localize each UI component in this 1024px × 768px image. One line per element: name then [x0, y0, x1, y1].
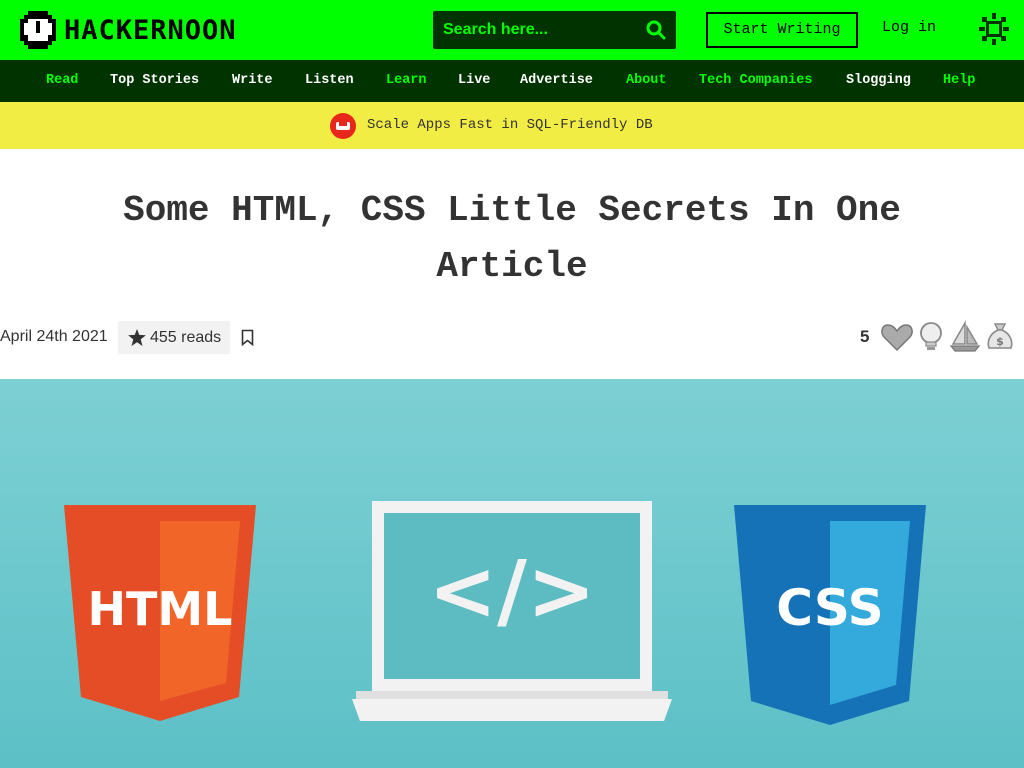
search-input[interactable]: [433, 11, 638, 49]
nav-item-write[interactable]: Write: [232, 73, 273, 88]
html5-shield-icon: HTML: [64, 505, 256, 721]
search-icon[interactable]: [646, 20, 666, 40]
nav-item-listen[interactable]: Listen: [305, 73, 354, 88]
code-symbol-text: </>: [428, 544, 595, 639]
star-icon: [128, 329, 146, 346]
laptop-icon: </>: [352, 501, 672, 721]
top-bar: HACKERNOON Start Writing Log in: [0, 0, 1024, 60]
nav-item-live[interactable]: Live: [458, 73, 490, 88]
css-badge-text: CSS: [776, 579, 883, 637]
nav-item-top-stories[interactable]: Top Stories: [110, 73, 199, 88]
login-link[interactable]: Log in: [882, 19, 936, 36]
hero-image: HTML </> CSS: [0, 379, 1024, 768]
money-bag-icon[interactable]: $: [983, 320, 1017, 354]
hackernoon-logo[interactable]: HACKERNOON: [20, 10, 237, 50]
reads-badge: 455 reads: [118, 321, 230, 354]
start-writing-button[interactable]: Start Writing: [706, 12, 858, 48]
nav-item-help[interactable]: Help: [943, 73, 975, 88]
article-title: Some HTML, CSS Little Secrets In One Art…: [123, 190, 901, 287]
theme-toggle-sun-icon[interactable]: [979, 13, 1009, 45]
nav-item-learn[interactable]: Learn: [386, 73, 427, 88]
nav-item-tech-companies[interactable]: Tech Companies: [699, 73, 812, 88]
boat-icon[interactable]: [948, 320, 982, 354]
html-badge-text: HTML: [88, 582, 233, 636]
reaction-count: 5: [860, 327, 870, 346]
svg-text:$: $: [996, 335, 1004, 348]
hackernoon-logo-icon: [20, 11, 56, 49]
bookmark-icon[interactable]: [241, 329, 254, 346]
nav-item-advertise[interactable]: Advertise: [520, 73, 593, 88]
publish-date: April 24th 2021: [0, 328, 108, 345]
css3-shield-icon: CSS: [734, 505, 926, 725]
search-box: [433, 11, 676, 49]
heart-icon[interactable]: [880, 320, 914, 354]
hero-illustration: HTML </> CSS: [64, 501, 926, 725]
nav-item-read[interactable]: Read: [46, 73, 78, 88]
banner-text[interactable]: Scale Apps Fast in SQL-Friendly DB: [367, 117, 653, 133]
reads-count: 455 reads: [150, 329, 222, 346]
nav-item-slogging[interactable]: Slogging: [846, 73, 911, 88]
main-nav: Read Top Stories Write Listen Learn Live…: [0, 60, 1024, 102]
lightbulb-icon[interactable]: [914, 320, 948, 354]
couchbase-logo-icon: [330, 113, 356, 139]
nav-item-about[interactable]: About: [626, 73, 667, 88]
logo-text: HACKERNOON: [64, 14, 237, 46]
